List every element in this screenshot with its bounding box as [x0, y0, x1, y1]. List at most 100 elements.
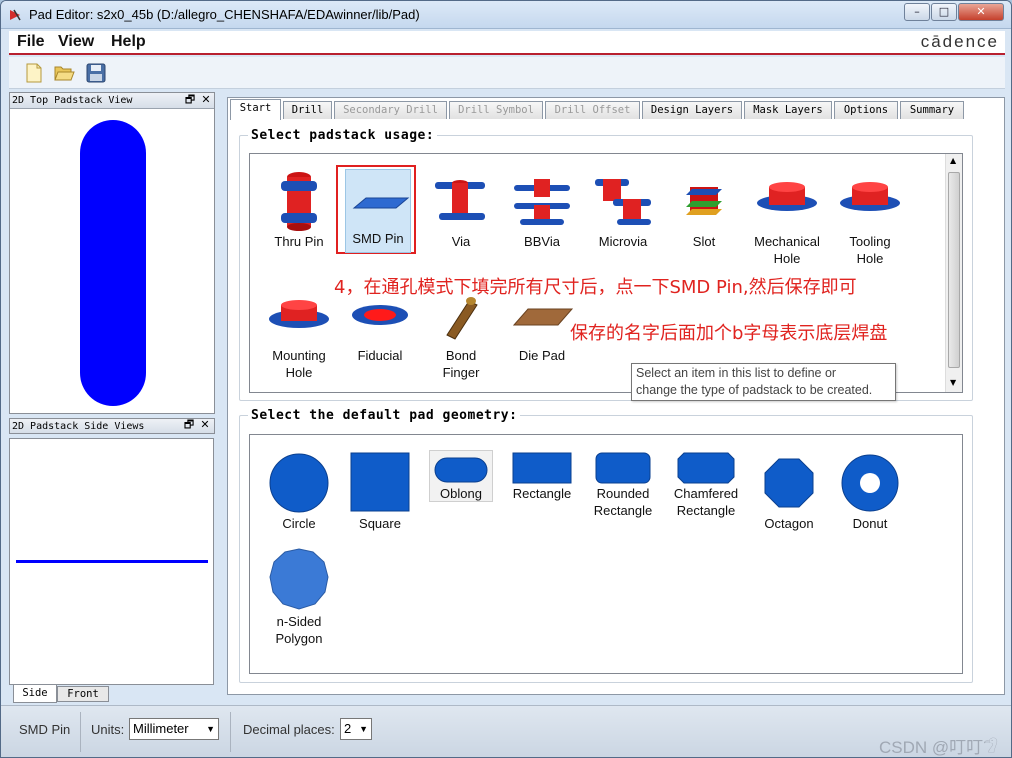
- new-document-icon[interactable]: [23, 62, 45, 84]
- annotation-line2: 保存的名字后面加个b字母表示底层焊盘: [570, 323, 888, 344]
- tab-mask-layers[interactable]: Mask Layers: [744, 101, 832, 119]
- tooling-hole-icon: [840, 182, 900, 211]
- geometry-label: n-Sided: [276, 614, 322, 629]
- tab-front[interactable]: Front: [57, 686, 109, 702]
- mechanical-hole-icon: [757, 182, 817, 211]
- status-bar: SMD Pin Units: Millimeter ▼ Decimal plac…: [1, 705, 1011, 757]
- tab-start[interactable]: Start: [230, 99, 281, 120]
- usage-label: Mechanical: [754, 234, 820, 249]
- donut-icon: [841, 454, 899, 512]
- usage-item-via[interactable]: Via: [421, 169, 501, 250]
- circle-icon: [269, 453, 329, 513]
- open-folder-icon[interactable]: [53, 62, 75, 84]
- usage-item-mounting-hole[interactable]: Mounting Hole: [259, 285, 339, 381]
- toolbar: [9, 57, 1005, 89]
- octagon-icon: [764, 458, 814, 508]
- usage-item-bond-finger[interactable]: Bond Finger: [421, 285, 501, 381]
- usage-label: Fiducial: [357, 348, 403, 363]
- rectangle-icon: [512, 452, 572, 484]
- geometry-label: Chamfered: [673, 486, 739, 501]
- usage-label-line2: Hole: [285, 365, 313, 380]
- app-window: Pad Editor: s2x0_45b (D:/allegro_CHENSHA…: [0, 0, 1012, 758]
- tab-summary[interactable]: Summary: [900, 101, 964, 119]
- via-icon: [435, 180, 485, 220]
- geometry-label-line2: Polygon: [275, 631, 323, 646]
- side-view-close-button[interactable]: ✕: [199, 418, 211, 432]
- geometry-label: Circle: [282, 516, 316, 531]
- tab-design-layers[interactable]: Design Layers: [642, 101, 742, 119]
- bbvia-icon: [514, 179, 570, 225]
- app-logo-icon: [10, 9, 21, 21]
- usage-label: Mounting: [272, 348, 326, 363]
- tab-secondary-drill[interactable]: Secondary Drill: [334, 101, 447, 119]
- geometry-item-oblong[interactable]: Oblong: [429, 450, 493, 502]
- watermark: CSDN @叮叮𓅿: [879, 738, 998, 757]
- geometry-item-square[interactable]: Square: [340, 451, 420, 532]
- usage-label: Microvia: [598, 234, 648, 249]
- mounting-hole-icon: [269, 300, 329, 328]
- tab-drill-symbol[interactable]: Drill Symbol: [449, 101, 543, 119]
- geometry-item-rectangle[interactable]: Rectangle: [502, 451, 582, 502]
- close-button[interactable]: ✕: [958, 3, 1004, 21]
- usage-item-bbvia[interactable]: BBVia: [502, 169, 582, 250]
- geometry-label: Rectangle: [512, 486, 572, 501]
- side-view-pad-line: [16, 560, 208, 563]
- usage-scrollbar[interactable]: ▲ ▼: [945, 154, 962, 392]
- menu-file[interactable]: File: [17, 33, 45, 51]
- usage-scroll-thumb[interactable]: [948, 172, 960, 368]
- usage-item-microvia[interactable]: Microvia: [583, 169, 663, 250]
- menu-help[interactable]: Help: [111, 33, 146, 51]
- geometry-item-octagon[interactable]: Octagon: [749, 451, 829, 532]
- scroll-down-icon[interactable]: ▼: [950, 378, 956, 387]
- geometry-group-title: Select the default pad geometry:: [248, 408, 521, 423]
- usage-label: Bond: [445, 348, 477, 363]
- geometry-item-chamfered-rectangle[interactable]: Chamfered Rectangle: [666, 451, 746, 519]
- tooltip-line2: change the type of padstack to be create…: [636, 383, 873, 397]
- geometry-label: Square: [359, 516, 401, 531]
- n-sided-polygon-icon: [269, 548, 329, 610]
- minimize-button[interactable]: –: [904, 3, 930, 21]
- top-view-pad-shape: [80, 120, 146, 406]
- window-title: Pad Editor: s2x0_45b (D:/allegro_CHENSHA…: [29, 7, 420, 22]
- usage-item-thru-pin[interactable]: Thru Pin: [259, 169, 339, 250]
- chevron-down-icon: ▼: [359, 724, 368, 734]
- decimal-places-select[interactable]: 2 ▼: [340, 718, 372, 740]
- chevron-down-icon: ▼: [206, 724, 215, 734]
- usage-label: BBVia: [524, 234, 560, 249]
- top-view-close-button[interactable]: ✕: [200, 93, 212, 107]
- units-label: Units:: [91, 722, 125, 737]
- usage-label: SMD Pin: [352, 231, 404, 246]
- usage-item-mechanical-hole[interactable]: Mechanical Hole: [747, 169, 827, 267]
- scroll-up-icon[interactable]: ▲: [950, 156, 956, 165]
- menu-view[interactable]: View: [58, 33, 94, 51]
- tab-drill[interactable]: Drill: [283, 101, 332, 119]
- geometry-item-circle[interactable]: Circle: [259, 451, 339, 532]
- geometry-label: Octagon: [764, 516, 814, 531]
- geometry-label: Rounded: [596, 486, 650, 501]
- status-mode: SMD Pin: [19, 722, 71, 737]
- usage-label-line2: Hole: [856, 251, 884, 266]
- chamfered-rectangle-icon: [677, 452, 735, 484]
- units-select[interactable]: Millimeter ▼: [129, 718, 219, 740]
- decimal-places-value: 2: [344, 721, 352, 736]
- side-view-restore-button[interactable]: 🗗: [183, 418, 195, 432]
- geometry-item-n-sided-polygon[interactable]: n-Sided Polygon: [259, 547, 339, 647]
- save-disk-icon[interactable]: [85, 62, 107, 84]
- maximize-button[interactable]: □: [931, 3, 957, 21]
- usage-tooltip: Select an item in this list to define or…: [631, 363, 896, 401]
- tab-options[interactable]: Options: [834, 101, 898, 119]
- usage-item-slot[interactable]: Slot: [664, 169, 744, 250]
- geometry-label: Donut: [852, 516, 888, 531]
- usage-item-tooling-hole[interactable]: Tooling Hole: [830, 169, 910, 267]
- title-bar: Pad Editor: s2x0_45b (D:/allegro_CHENSHA…: [1, 1, 1011, 29]
- geometry-item-rounded-rectangle[interactable]: Rounded Rectangle: [583, 451, 663, 519]
- tab-side[interactable]: Side: [13, 685, 57, 703]
- tooltip-line1: Select an item in this list to define or: [636, 366, 837, 380]
- geometry-label-line2: Rectangle: [676, 503, 736, 518]
- top-view-restore-button[interactable]: 🗗: [184, 93, 196, 107]
- oblong-icon: [434, 457, 488, 483]
- thru-pin-icon: [281, 172, 317, 231]
- usage-item-smd-pin[interactable]: SMD Pin: [345, 169, 411, 253]
- geometry-item-donut[interactable]: Donut: [830, 451, 910, 532]
- tab-drill-offset[interactable]: Drill Offset: [545, 101, 640, 119]
